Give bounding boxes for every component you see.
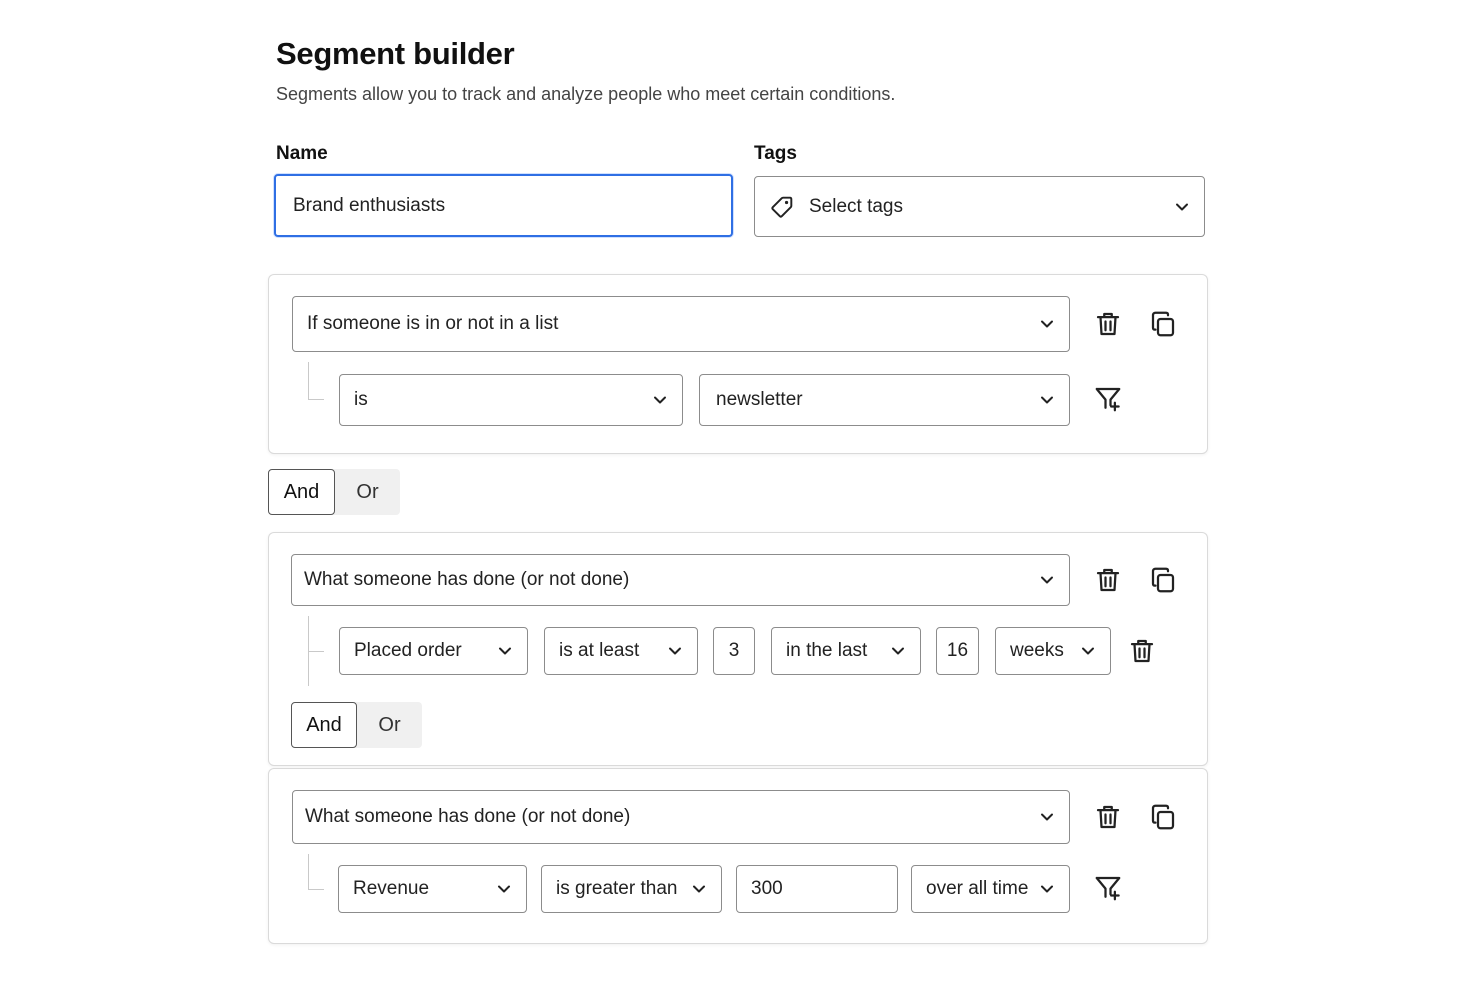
segment-builder-page: Segment builder Segments allow you to tr… xyxy=(0,0,1480,987)
group1-operator-select[interactable]: is xyxy=(339,374,683,426)
group2-count-value: 3 xyxy=(728,640,740,661)
group2-timeframe-select[interactable]: in the last xyxy=(771,627,921,675)
group3-comparator-select[interactable]: is greater than xyxy=(541,865,722,913)
group3-delete-button[interactable] xyxy=(1091,800,1125,834)
copy-icon xyxy=(1151,804,1175,830)
chevron-down-icon xyxy=(1041,576,1053,584)
group2-event-label: Placed order xyxy=(354,640,462,661)
group2-unit-select[interactable]: weeks xyxy=(995,627,1111,675)
group2-condition-label: What someone has done (or not done) xyxy=(304,569,630,590)
group3-value: 300 xyxy=(751,878,783,899)
group2-period-value: 16 xyxy=(946,640,969,661)
tree-connector xyxy=(308,854,324,890)
group2-timeframe-label: in the last xyxy=(786,640,868,661)
group3-metric-label: Revenue xyxy=(353,878,430,899)
page-subtitle: Segments allow you to track and analyze … xyxy=(276,84,896,104)
group1-duplicate-button[interactable] xyxy=(1146,307,1180,341)
group1-delete-button[interactable] xyxy=(1091,307,1125,341)
trash-icon xyxy=(1096,312,1120,336)
filter-add-icon xyxy=(1095,387,1121,412)
name-input[interactable]: Brand enthusiasts xyxy=(274,174,733,237)
chevron-down-icon xyxy=(1176,203,1188,210)
filter-add-icon xyxy=(1095,876,1121,901)
chevron-down-icon xyxy=(499,647,511,655)
chevron-down-icon xyxy=(693,885,705,893)
group1-condition-select[interactable]: If someone is in or not in a list xyxy=(292,296,1070,352)
tags-select[interactable]: Select tags xyxy=(754,176,1205,237)
group2-duplicate-button[interactable] xyxy=(1146,563,1180,597)
chevron-down-icon xyxy=(654,396,666,404)
chevron-down-icon xyxy=(1041,813,1053,821)
group3-condition-select[interactable]: What someone has done (or not done) xyxy=(292,790,1070,844)
copy-icon xyxy=(1151,567,1175,593)
trash-icon xyxy=(1130,639,1154,663)
join-or-option[interactable]: Or xyxy=(357,702,422,748)
group1-operator-label: is xyxy=(354,389,368,410)
group-join-toggle: And Or xyxy=(268,469,400,515)
chevron-down-icon xyxy=(1041,885,1053,893)
page-title: Segment builder xyxy=(276,36,515,71)
trash-icon xyxy=(1096,805,1120,829)
tree-connector xyxy=(308,362,324,400)
name-input-value: Brand enthusiasts xyxy=(293,194,446,216)
group2-condition-select[interactable]: What someone has done (or not done) xyxy=(291,554,1070,606)
copy-icon xyxy=(1151,311,1175,337)
group1-list-label: newsletter xyxy=(716,389,803,410)
group2-unit-label: weeks xyxy=(1010,640,1064,661)
chevron-down-icon xyxy=(1041,396,1053,404)
group2-comparator-label: is at least xyxy=(559,640,640,661)
chevron-down-icon xyxy=(1041,320,1053,328)
group3-comparator-label: is greater than xyxy=(556,878,678,899)
group3-timeframe-label: over all time xyxy=(926,878,1029,899)
join-and-option[interactable]: And xyxy=(291,702,357,748)
group3-value-input[interactable]: 300 xyxy=(736,865,898,913)
chevron-down-icon xyxy=(498,885,510,893)
chevron-down-icon xyxy=(892,647,904,655)
join-or-option[interactable]: Or xyxy=(335,469,400,515)
group3-add-filter-button[interactable] xyxy=(1091,871,1125,905)
group3-duplicate-button[interactable] xyxy=(1146,800,1180,834)
group3-condition-label: What someone has done (or not done) xyxy=(305,806,631,827)
join-and-option[interactable]: And xyxy=(268,469,335,515)
group2-delete-button[interactable] xyxy=(1091,563,1125,597)
group1-list-select[interactable]: newsletter xyxy=(699,374,1070,426)
condition-join-toggle: And Or xyxy=(291,702,422,748)
group3-metric-select[interactable]: Revenue xyxy=(338,865,527,913)
tag-icon xyxy=(771,196,793,218)
group2-comparator-select[interactable]: is at least xyxy=(544,627,698,675)
tags-placeholder: Select tags xyxy=(809,195,903,217)
chevron-down-icon xyxy=(1082,647,1094,655)
trash-icon xyxy=(1096,568,1120,592)
name-label: Name xyxy=(276,143,328,164)
group1-condition-label: If someone is in or not in a list xyxy=(307,313,559,334)
chevron-down-icon xyxy=(669,647,681,655)
tree-connector-branch xyxy=(308,651,324,652)
group2-row-delete-button[interactable] xyxy=(1125,634,1159,668)
group3-timeframe-select[interactable]: over all time xyxy=(911,865,1070,913)
group1-add-filter-button[interactable] xyxy=(1091,382,1125,416)
group2-event-select[interactable]: Placed order xyxy=(339,627,528,675)
tags-label: Tags xyxy=(754,143,797,164)
group2-period-input[interactable]: 16 xyxy=(936,627,979,675)
group2-count-input[interactable]: 3 xyxy=(713,627,755,675)
